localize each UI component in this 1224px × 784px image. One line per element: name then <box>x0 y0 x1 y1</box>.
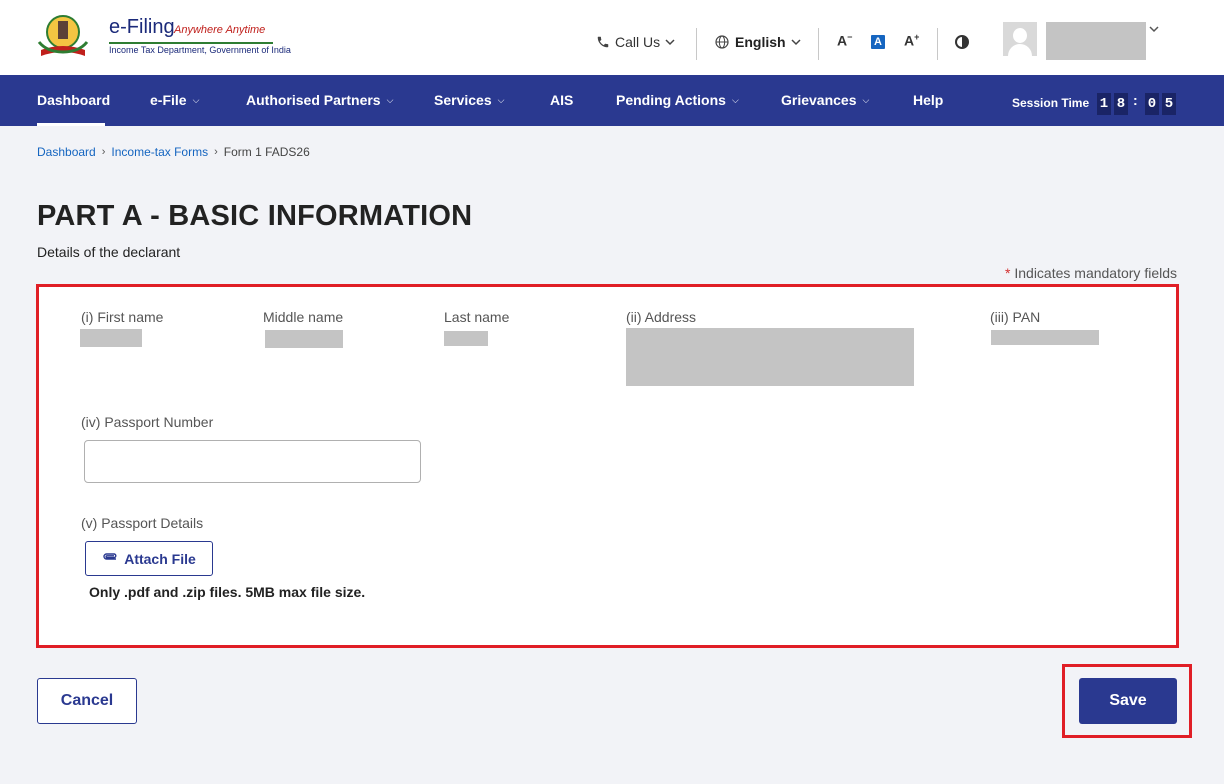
address-value-redacted <box>626 328 914 386</box>
pan-label: (iii) PAN <box>990 309 1041 325</box>
paperclip-icon <box>103 552 117 560</box>
file-size-note: Only .pdf and .zip files. 5MB max file s… <box>89 584 366 600</box>
nav-authorised-partners[interactable]: Authorised Partners ⌵ <box>246 92 393 108</box>
font-decrease-button[interactable]: A− <box>837 32 852 49</box>
chevron-down-icon: ⌵ <box>192 94 200 105</box>
font-increase-button[interactable]: A+ <box>904 32 919 49</box>
chevron-down-icon: ⌵ <box>386 94 394 105</box>
nav-grievances[interactable]: Grievances ⌵ <box>781 92 869 108</box>
logo-title: e-Filing <box>109 16 175 38</box>
chevron-down-icon <box>665 39 675 46</box>
language-label: English <box>735 34 786 50</box>
breadcrumb: Dashboard › Income-tax Forms › Form 1 FA… <box>37 145 310 159</box>
top-header: e-Filing Anywhere Anytime Income Tax Dep… <box>0 0 1224 75</box>
call-us-label: Call Us <box>615 34 661 50</box>
nav-services-label: Services <box>434 92 492 108</box>
contrast-toggle-icon[interactable] <box>955 35 969 49</box>
efiling-logo[interactable]: e-Filing Anywhere Anytime Income Tax Dep… <box>37 12 291 62</box>
session-digit: 1 <box>1097 93 1111 115</box>
address-label: (ii) Address <box>626 309 697 325</box>
chevron-down-icon: ⌵ <box>497 94 505 105</box>
header-divider <box>818 28 819 60</box>
attach-file-label: Attach File <box>124 550 196 567</box>
chevron-down-icon: ⌵ <box>862 94 870 105</box>
chevron-right-icon: › <box>214 146 218 158</box>
session-digit: 0 <box>1145 93 1159 115</box>
nav-authorised-partners-label: Authorised Partners <box>246 92 381 108</box>
session-digit: 8 <box>1114 93 1128 115</box>
font-increase-label: A <box>904 32 915 49</box>
nav-efile[interactable]: e-File ⌵ <box>150 92 199 108</box>
first-name-value-redacted <box>80 329 142 347</box>
passport-details-label: (v) Passport Details <box>81 515 204 531</box>
nav-active-indicator <box>37 123 105 126</box>
avatar-body <box>1008 44 1032 56</box>
globe-icon <box>715 35 729 49</box>
session-digit: 5 <box>1162 93 1176 115</box>
last-name-label: Last name <box>444 309 510 325</box>
breadcrumb-current: Form 1 FADS26 <box>223 145 310 159</box>
mandatory-note: * Indicates mandatory fields <box>1005 265 1177 281</box>
chevron-right-icon: › <box>101 146 106 158</box>
chevron-down-icon: ⌵ <box>731 94 739 105</box>
header-divider <box>937 28 938 60</box>
mandatory-star: * <box>1005 265 1011 281</box>
nav-dashboard[interactable]: Dashboard <box>37 92 110 108</box>
nav-help-label: Help <box>913 92 944 108</box>
last-name-value-redacted <box>444 331 488 346</box>
attach-file-button[interactable]: Attach File <box>85 541 213 576</box>
nav-dashboard-label: Dashboard <box>37 92 111 108</box>
logo-subtitle: Income Tax Department, Government of Ind… <box>109 45 291 55</box>
logo-tagline: Anywhere Anytime <box>174 24 266 36</box>
header-divider <box>696 28 697 60</box>
language-dropdown[interactable]: English <box>714 34 801 50</box>
passport-number-input[interactable] <box>84 440 421 483</box>
nav-ais[interactable]: AIS <box>550 92 573 108</box>
chevron-down-icon <box>791 39 801 46</box>
avatar-head <box>1013 28 1027 43</box>
session-time-label: Session Time <box>1012 96 1090 110</box>
phone-icon <box>597 36 609 48</box>
basic-info-form: (i) First name Middle name Last name (ii… <box>36 284 1179 648</box>
breadcrumb-dashboard[interactable]: Dashboard <box>37 145 96 159</box>
nav-help[interactable]: Help <box>913 92 943 108</box>
logo-divider <box>109 42 273 44</box>
nav-grievances-label: Grievances <box>781 92 857 108</box>
page-title: PART A - BASIC INFORMATION <box>37 200 473 232</box>
breadcrumb-income-tax-forms[interactable]: Income-tax Forms <box>111 145 208 159</box>
page-subtitle: Details of the declarant <box>37 244 181 260</box>
user-name-redacted[interactable] <box>1046 22 1146 60</box>
first-name-label: (i) First name <box>81 309 164 325</box>
cancel-button[interactable]: Cancel <box>37 678 137 724</box>
emblem-icon <box>37 15 89 56</box>
avatar[interactable] <box>1003 22 1037 56</box>
font-decrease-label: A <box>837 32 848 49</box>
nav-efile-label: e-File <box>150 92 187 108</box>
nav-pending-actions-label: Pending Actions <box>616 92 726 108</box>
nav-services[interactable]: Services ⌵ <box>434 92 504 108</box>
middle-name-label: Middle name <box>263 309 344 325</box>
session-colon: : <box>1133 92 1138 108</box>
main-navbar: Dashboard e-File ⌵ Authorised Partners ⌵ S… <box>0 75 1224 126</box>
chevron-down-icon[interactable] <box>1149 24 1159 34</box>
middle-name-value-redacted <box>265 330 343 348</box>
nav-pending-actions[interactable]: Pending Actions ⌵ <box>616 92 739 108</box>
passport-number-label: (iv) Passport Number <box>81 414 214 430</box>
nav-ais-label: AIS <box>550 92 574 108</box>
mandatory-text: Indicates mandatory fields <box>1014 265 1177 281</box>
call-us-dropdown[interactable]: Call Us <box>596 34 675 50</box>
save-button[interactable]: Save <box>1079 678 1177 724</box>
pan-value-redacted <box>991 330 1099 345</box>
font-normal-button[interactable]: A <box>871 35 885 49</box>
